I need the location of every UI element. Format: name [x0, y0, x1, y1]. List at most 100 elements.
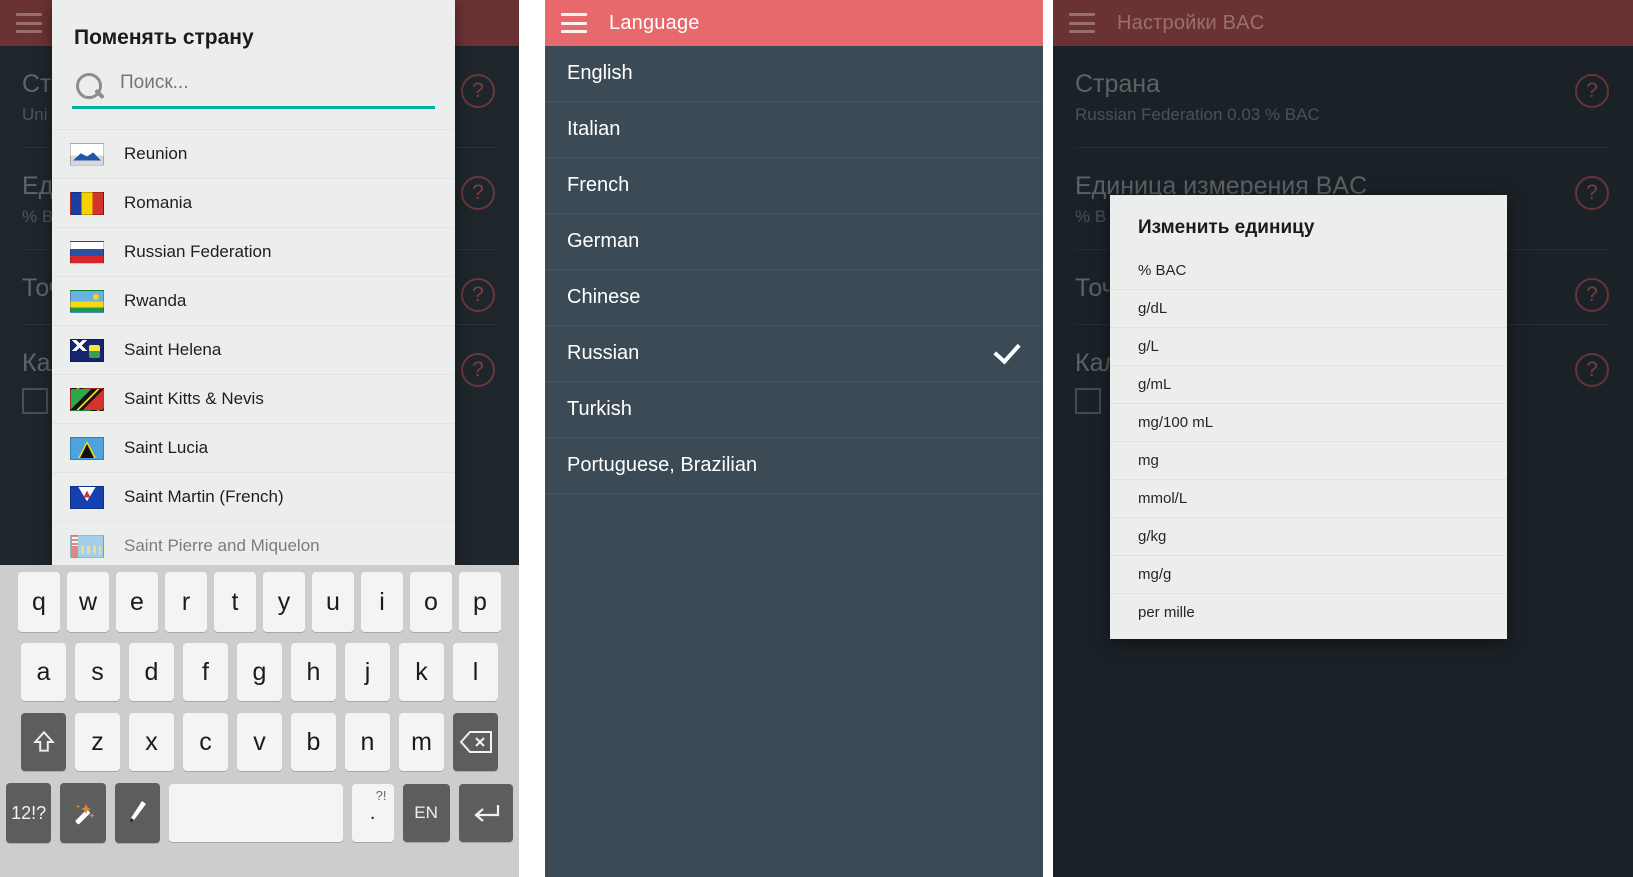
flag-icon — [70, 240, 104, 264]
checkmark-icon — [991, 339, 1021, 369]
country-list-item[interactable]: Saint Pierre and Miquelon — [52, 521, 455, 565]
help-icon[interactable]: ? — [461, 74, 495, 108]
country-list-item[interactable]: Saint Helena — [52, 325, 455, 374]
language-list[interactable]: English Italian French German Chinese Ru… — [545, 46, 1043, 494]
language-item-german[interactable]: German — [545, 214, 1043, 270]
space-key[interactable] — [168, 784, 343, 842]
country-list-item[interactable]: Saint Kitts & Nevis — [52, 374, 455, 423]
unit-option-mmol-l[interactable]: mmol/L — [1110, 479, 1507, 517]
language-switch-key[interactable]: EN — [402, 784, 450, 842]
country-list[interactable]: Reunion Romania Russian Federation Rwand… — [52, 129, 455, 565]
hamburger-icon[interactable] — [561, 13, 587, 33]
backspace-icon[interactable] — [453, 713, 498, 771]
enter-return-icon[interactable] — [458, 784, 513, 842]
country-list-item[interactable]: Saint Martin (French) — [52, 472, 455, 521]
flag-icon — [70, 387, 104, 411]
pen-brush-icon[interactable] — [114, 783, 160, 843]
language-item-turkish[interactable]: Turkish — [545, 382, 1043, 438]
key-w[interactable]: w — [67, 572, 109, 632]
key-i[interactable]: i — [361, 572, 403, 632]
language-label: Italian — [567, 118, 621, 140]
search-input[interactable] — [116, 68, 435, 106]
language-item-english[interactable]: English — [545, 46, 1043, 102]
flag-icon — [70, 289, 104, 313]
unit-option-mg[interactable]: mg — [1110, 441, 1507, 479]
language-item-chinese[interactable]: Chinese — [545, 270, 1043, 326]
unit-option-g-kg[interactable]: g/kg — [1110, 517, 1507, 555]
key-f[interactable]: f — [183, 643, 228, 701]
unit-option-g-ml[interactable]: g/mL — [1110, 365, 1507, 403]
magic-wand-icon[interactable] — [60, 783, 106, 843]
period-key[interactable]: ?! . — [351, 784, 394, 842]
key-v[interactable]: v — [237, 713, 282, 771]
country-name: Reunion — [124, 144, 188, 163]
key-s[interactable]: s — [75, 643, 120, 701]
key-r[interactable]: r — [165, 572, 207, 632]
key-h[interactable]: h — [291, 643, 336, 701]
key-k[interactable]: k — [399, 643, 444, 701]
key-o[interactable]: o — [410, 572, 452, 632]
country-name: Saint Lucia — [124, 438, 209, 457]
unit-option-percent-bac[interactable]: % BAC — [1110, 251, 1507, 289]
settings-row-country[interactable]: Страна Russian Federation 0.03 % BAC ? — [1075, 46, 1611, 148]
hamburger-icon[interactable] — [1069, 13, 1095, 33]
unit-option-g-l[interactable]: g/L — [1110, 327, 1507, 365]
help-icon[interactable]: ? — [1575, 175, 1609, 210]
key-z[interactable]: z — [75, 713, 120, 771]
help-icon[interactable]: ? — [1575, 277, 1609, 312]
key-y[interactable]: y — [263, 572, 305, 632]
key-b[interactable]: b — [291, 713, 336, 771]
unit-option-g-dl[interactable]: g/dL — [1110, 289, 1507, 327]
key-n[interactable]: n — [345, 713, 390, 771]
key-p[interactable]: p — [459, 572, 501, 632]
help-icon[interactable]: ? — [1575, 353, 1609, 388]
help-icon[interactable]: ? — [461, 175, 495, 210]
language-label: Russian — [567, 342, 640, 364]
key-u[interactable]: u — [312, 572, 354, 632]
language-item-french[interactable]: French — [545, 158, 1043, 214]
key-j[interactable]: j — [345, 643, 390, 701]
unit-option-mg-100ml[interactable]: mg/100 mL — [1110, 403, 1507, 441]
on-screen-keyboard: q w e r t y u i o p a s d f g h j k l z … — [0, 565, 519, 877]
key-q[interactable]: q — [18, 572, 60, 632]
period-label: . — [369, 801, 376, 824]
language-item-portuguese-brazilian[interactable]: Portuguese, Brazilian — [545, 438, 1043, 494]
left-phone-panel: Н Стр Uni ? Еди % B ? Точ ? Кал ? — [0, 0, 519, 877]
settings-row-sub: Russian Federation 0.03 % BAC — [1075, 104, 1320, 124]
country-list-item[interactable]: Romania — [52, 178, 455, 227]
key-t[interactable]: t — [214, 572, 256, 632]
country-list-item[interactable]: Reunion — [52, 129, 455, 178]
settings-checkbox[interactable] — [1075, 388, 1101, 414]
language-label: German — [567, 230, 640, 252]
key-e[interactable]: e — [116, 572, 158, 632]
language-appbar: Language — [545, 0, 1043, 46]
shift-up-arrow-icon[interactable] — [21, 713, 66, 771]
country-list-item[interactable]: Russian Federation — [52, 227, 455, 276]
country-list-item[interactable]: Rwanda — [52, 276, 455, 325]
language-item-russian[interactable]: Russian — [545, 326, 1043, 382]
keyboard-row-2: a s d f g h j k l — [0, 637, 519, 707]
unit-option-per-mille[interactable]: per mille — [1110, 593, 1507, 631]
help-icon[interactable]: ? — [461, 353, 495, 388]
language-label: English — [567, 62, 633, 84]
help-icon[interactable]: ? — [1575, 74, 1609, 108]
country-list-item[interactable]: Saint Lucia — [52, 423, 455, 472]
flag-icon — [70, 534, 104, 558]
country-name: Romania — [124, 193, 193, 212]
settings-checkbox[interactable] — [22, 388, 48, 414]
language-item-italian[interactable]: Italian — [545, 102, 1043, 158]
panel-gap — [519, 0, 545, 877]
settings-row-title: Страна — [1075, 70, 1161, 98]
key-m[interactable]: m — [399, 713, 444, 771]
key-c[interactable]: c — [183, 713, 228, 771]
key-a[interactable]: a — [21, 643, 66, 701]
unit-option-mg-g[interactable]: mg/g — [1110, 555, 1507, 593]
key-d[interactable]: d — [129, 643, 174, 701]
help-icon[interactable]: ? — [461, 277, 495, 312]
symbols-toggle-key[interactable]: 12!? — [6, 783, 52, 843]
hamburger-icon[interactable] — [16, 13, 42, 33]
country-name: Saint Martin (French) — [124, 487, 284, 506]
key-x[interactable]: x — [129, 713, 174, 771]
key-l[interactable]: l — [453, 643, 498, 701]
key-g[interactable]: g — [237, 643, 282, 701]
